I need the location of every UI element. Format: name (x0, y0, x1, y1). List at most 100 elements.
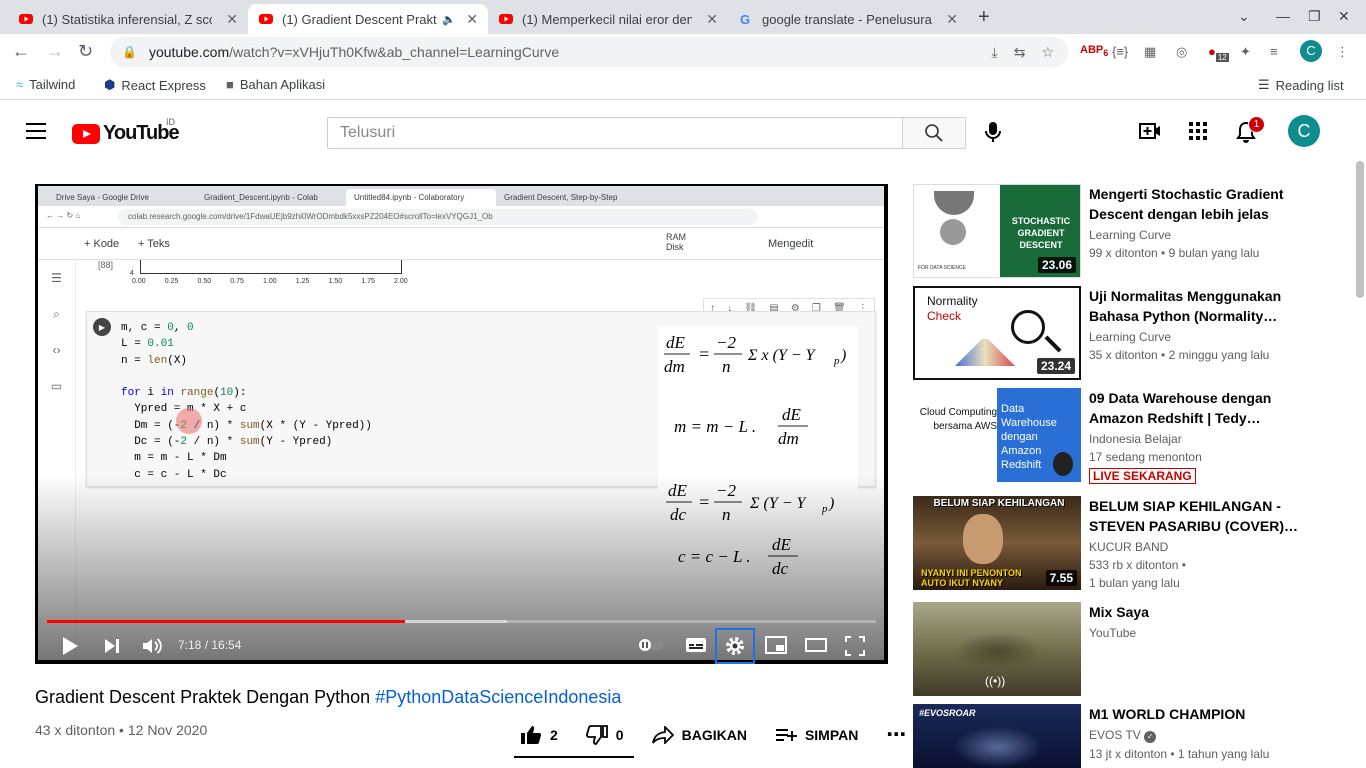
recommendation-channel[interactable]: EVOS TV ✓ (1089, 728, 1299, 743)
browser-tab-3[interactable]: (1) Memperkecil nilai eror den ✕ (488, 4, 728, 34)
subtitles-icon[interactable] (685, 636, 707, 657)
minimize-icon[interactable]: — (1276, 8, 1290, 24)
settings-gear-icon[interactable] (725, 636, 745, 659)
recommendation-title[interactable]: Mix Saya (1089, 602, 1299, 622)
plot-xtick-label: 1.25 (295, 278, 310, 285)
bookmark-react-express[interactable]: ⬢ React Express (104, 77, 206, 93)
install-icon[interactable]: ⤓ (992, 44, 998, 61)
media-control-icon[interactable]: ≡ (1270, 44, 1278, 59)
recommendation-thumbnail[interactable]: Cloud Computing bersama AWS Data Warehou… (913, 388, 1081, 482)
recommendation-channel[interactable]: Learning Curve (1089, 330, 1299, 344)
more-actions-icon[interactable]: ⋯ (886, 722, 906, 747)
recommendation-item[interactable]: Normality Check 23.24 Uji Normalitas Men… (913, 286, 1353, 381)
browser-tab-2-active[interactable]: (1) Gradient Descent Prakt 🔈 ✕ (248, 4, 488, 34)
extension-grid-icon[interactable]: ▦ (1144, 44, 1156, 60)
account-avatar[interactable]: C (1288, 115, 1320, 147)
recommendation-item[interactable]: BELUM SIAP KEHILANGAN NYANYI INI PENONTO… (913, 496, 1353, 591)
next-icon[interactable] (103, 636, 121, 659)
bookmark-folder-bahan[interactable]: ■ Bahan Aplikasi (226, 77, 325, 92)
tab-close-icon[interactable]: ✕ (460, 11, 478, 28)
thumbnail-subtext: Cloud Computing bersama AWS (919, 407, 997, 432)
like-button[interactable]: 2 (520, 725, 558, 745)
create-video-icon[interactable] (1139, 121, 1161, 146)
recommendation-meta: 533 rb x ditonton • (1089, 558, 1186, 572)
recommendation-thumbnail[interactable]: BELUM SIAP KEHILANGAN NYANYI INI PENONTO… (913, 496, 1081, 590)
recommendation-item[interactable]: #EVOSROAR M1 WORLD CHAMPION EVOS TV ✓ 13… (913, 704, 1353, 768)
svg-text:G: G (740, 12, 750, 27)
reading-list-button[interactable]: ☰ Reading list (1258, 77, 1344, 93)
plot-xtick-label: 1.75 (361, 278, 375, 285)
fullscreen-icon[interactable] (845, 636, 865, 659)
browser-menu-icon[interactable]: ⋮ (1336, 44, 1349, 60)
thumbnail-subtext: FOR DATA SCIENCE (918, 265, 966, 271)
tab-title: google translate - Penelusura (762, 11, 932, 27)
recommendation-item[interactable]: ((•)) Mix Saya YouTube (913, 602, 1353, 697)
tab-close-icon[interactable]: ✕ (940, 11, 958, 28)
tab-search-icon[interactable]: ⌄ (1238, 8, 1250, 25)
recommendation-title[interactable]: 09 Data Warehouse dengan Amazon Redshift… (1089, 388, 1299, 428)
speaker-icon[interactable]: 🔈 (442, 13, 456, 26)
browser-tab-4[interactable]: G google translate - Penelusura ✕ (728, 4, 968, 34)
extension-circle-icon[interactable]: ◎ (1176, 44, 1187, 60)
tab-close-icon[interactable]: ✕ (220, 11, 238, 28)
code-line: n = len(X) (121, 354, 188, 367)
recommendation-title[interactable]: Uji Normalitas Menggunakan Bahasa Python… (1089, 286, 1299, 326)
restore-icon[interactable]: ❐ (1308, 8, 1321, 25)
recommendation-title[interactable]: M1 WORLD CHAMPION (1089, 704, 1299, 724)
thumbnail-text: BELUM SIAP KEHILANGAN (933, 498, 1065, 509)
recommendation-channel[interactable]: Indonesia Belajar (1089, 432, 1299, 446)
browser-tab-1[interactable]: (1) Statistika inferensial, Z sco ✕ (8, 4, 248, 34)
new-tab-icon[interactable]: + (978, 6, 990, 29)
recommendation-channel[interactable]: Learning Curve (1089, 228, 1299, 242)
reload-icon[interactable]: ↻ (78, 41, 93, 62)
recommendation-thumbnail[interactable]: STOCHASTIC GRADIENT DESCENT FOR DATA SCI… (913, 184, 1081, 278)
forward-icon[interactable]: → (46, 41, 64, 62)
voice-search-icon[interactable] (984, 121, 1002, 148)
back-icon[interactable]: ← (12, 41, 30, 62)
adblock-icon[interactable]: ABP6 (1080, 44, 1108, 58)
video-url: colab.research.google.com/drive/1FdwaUEj… (118, 209, 758, 225)
recommendation-item[interactable]: Cloud Computing bersama AWS Data Warehou… (913, 388, 1353, 484)
ball-illustration (940, 219, 966, 245)
progress-bar[interactable] (47, 620, 876, 623)
miniplayer-icon[interactable] (765, 636, 787, 657)
tab-close-icon[interactable]: ✕ (700, 11, 718, 28)
extensions-puzzle-icon[interactable]: ✦ (1240, 44, 1251, 60)
recommendation-channel[interactable]: KUCUR BAND (1089, 540, 1299, 554)
recommendation-item[interactable]: STOCHASTIC GRADIENT DESCENT FOR DATA SCI… (913, 184, 1353, 279)
save-button[interactable]: SIMPAN (775, 727, 858, 743)
page-scrollbar[interactable] (1354, 161, 1366, 768)
recommendation-thumbnail[interactable]: ((•)) (913, 602, 1081, 696)
dislike-count: 0 (615, 726, 624, 743)
scrollbar-thumb[interactable] (1356, 161, 1364, 298)
volume-icon[interactable] (141, 636, 163, 659)
menu-hamburger-icon[interactable] (26, 123, 46, 144)
translate-icon[interactable]: ⇆ (1014, 44, 1026, 61)
theater-mode-icon[interactable] (805, 636, 827, 657)
dislike-button[interactable]: 0 (585, 724, 624, 745)
close-window-icon[interactable]: ✕ (1338, 8, 1350, 25)
extension-red-icon[interactable]: ● 12 (1208, 44, 1229, 62)
profile-avatar-icon[interactable]: C (1300, 40, 1322, 62)
search-button[interactable] (902, 117, 966, 149)
address-bar[interactable]: 🔒 youtube.com/watch?v=xVHjuTh0Kfw&ab_cha… (110, 37, 1068, 67)
bookmark-star-icon[interactable]: ☆ (1041, 44, 1054, 61)
video-hashtag-link[interactable]: #PythonDataScienceIndonesia (375, 687, 621, 707)
recommendation-thumbnail[interactable]: Normality Check 23.24 (913, 286, 1081, 380)
recommendation-title[interactable]: BELUM SIAP KEHILANGAN - STEVEN PASARIBU … (1089, 496, 1299, 536)
recommendation-thumbnail[interactable]: #EVOSROAR (913, 704, 1081, 768)
bookmark-tailwind[interactable]: ≈ Tailwind (16, 77, 75, 92)
colab-add-text: + Teks (138, 238, 170, 250)
apps-grid-icon[interactable] (1188, 121, 1208, 146)
recommendation-channel[interactable]: YouTube (1089, 626, 1299, 640)
share-icon (651, 725, 674, 744)
verified-icon: ✓ (1144, 731, 1157, 743)
share-button[interactable]: BAGIKAN (651, 725, 747, 744)
recommendation-title[interactable]: Mengerti Stochastic Gradient Descent den… (1089, 184, 1299, 224)
play-icon[interactable] (61, 636, 79, 659)
youtube-logo[interactable]: YouTube ID (72, 117, 180, 145)
autoplay-toggle-icon[interactable] (637, 638, 665, 655)
json-extension-icon[interactable]: {≡} (1112, 44, 1128, 59)
search-input[interactable]: Telusuri (327, 117, 903, 149)
video-player[interactable]: Drive Saya - Google Drive Gradient_Desce… (35, 184, 888, 664)
